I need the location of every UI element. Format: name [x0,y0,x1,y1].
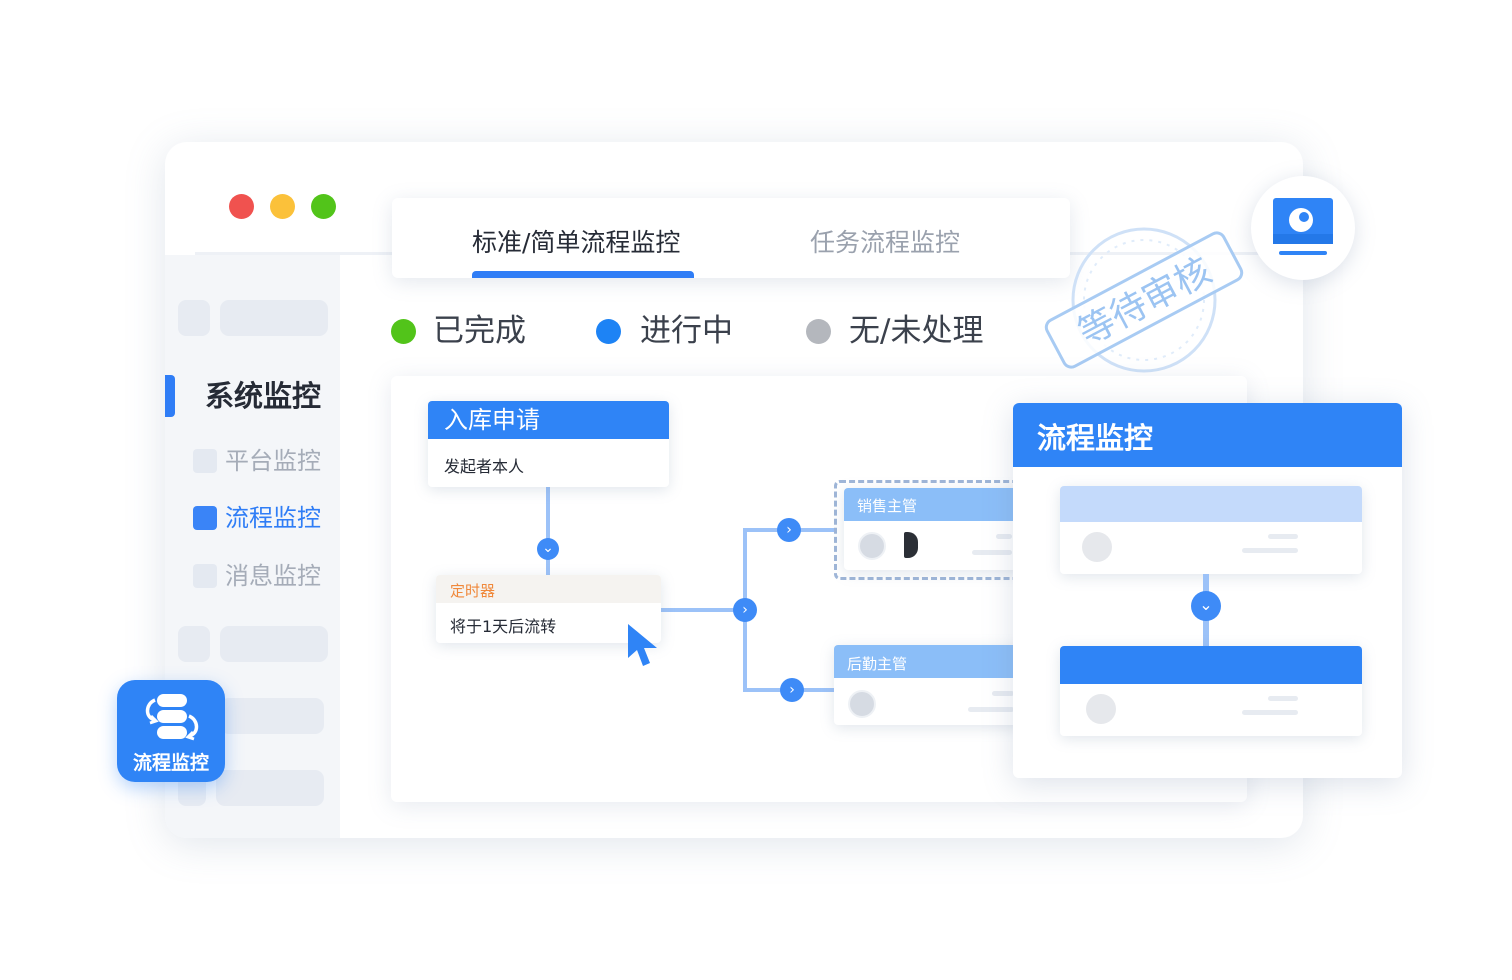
legend-completed-label: 已完成 [433,313,526,349]
sidebar-item-box [193,449,217,473]
legend-in-progress-dot [596,319,621,344]
placeholder-line [1268,696,1298,701]
placeholder-line [992,691,1014,696]
sidebar-item-platform[interactable]: 平台监控 [193,444,343,478]
cursor-pointer-icon [628,624,657,666]
legend-none-label: 无/未处理 [849,313,984,349]
tab-task-flow[interactable]: 任务流程监控 [810,225,960,261]
flow-monitor-card: 流程监控 ⌄ [1013,403,1402,778]
active-tab-underline [472,271,694,278]
sidebar-placeholder-icon [178,300,210,336]
sidebar-item-flow[interactable]: 流程监控 [193,501,343,535]
float-button-label: 流程监控 [132,752,209,774]
sidebar-placeholder-icon [178,626,210,662]
sidebar-active-indicator [165,375,175,417]
connector-line [546,487,550,575]
placeholder-line [1268,534,1298,539]
sidebar-item-label: 平台监控 [225,447,321,475]
tab-standard-flow[interactable]: 标准/简单流程监控 [472,225,680,261]
chevron-down-icon[interactable]: ⌄ [1191,591,1221,621]
card-step-header [1060,646,1362,684]
placeholder-line [996,534,1012,539]
sidebar-item-label: 消息监控 [225,562,321,590]
placeholder-line [968,707,1014,712]
sidebar-item-label: 流程监控 [225,504,321,532]
minimize-window-dot[interactable] [270,194,295,219]
chevron-right-icon[interactable]: › [777,518,801,542]
tab-bar: 标准/简单流程监控 任务流程监控 [392,198,1070,278]
card-step-node[interactable] [1060,646,1362,736]
sidebar-placeholder-label [216,770,324,806]
legend-in-progress-label: 进行中 [640,313,733,349]
placeholder-line [1242,548,1298,553]
avatar [1082,532,1112,562]
pending-review-stamp: 等待审核 [1044,227,1244,373]
start-node-title: 入库申请 [428,401,669,439]
placeholder-line [972,550,1012,555]
monitor-icon [1273,198,1333,255]
legend-completed-dot [391,319,416,344]
flow-monitor-float-button[interactable]: 流程监控 [117,680,225,782]
logistics-manager-node[interactable]: 后勤主管 [834,645,1024,725]
avatar [858,532,886,560]
sales-manager-node[interactable]: 销售主管 [844,488,1024,570]
monitor-badge[interactable] [1251,176,1355,280]
flow-cycle-icon [145,694,199,741]
chevron-right-icon[interactable]: › [780,678,804,702]
sidebar-placeholder-label [220,698,324,734]
card-title: 流程监控 [1037,421,1154,455]
sidebar-placeholder-label [220,626,328,662]
avatar [1086,694,1116,724]
avatar [848,690,876,718]
sidebar-section-title[interactable]: 系统监控 [205,375,321,417]
chevron-right-icon[interactable]: › [733,598,757,622]
sidebar-item-message[interactable]: 消息监控 [193,559,343,593]
start-node-body: 发起者本人 [444,457,525,476]
sidebar-item-box [193,564,217,588]
timer-node-title: 定时器 [450,582,496,600]
timer-node-body: 将于1天后流转 [450,617,557,636]
logistics-node-title: 后勤主管 [847,655,908,673]
legend-none-dot [806,319,831,344]
start-node[interactable]: 入库申请 发起者本人 [428,401,669,487]
sidebar-item-box [193,506,217,530]
sidebar-placeholder-label [220,300,328,336]
maximize-window-dot[interactable] [311,194,336,219]
card-step-node[interactable] [1060,486,1362,574]
placeholder-line [1242,710,1298,715]
card-step-header [1060,486,1362,522]
chevron-down-icon[interactable]: ⌄ [537,538,559,560]
avatar [904,532,918,558]
close-window-dot[interactable] [229,194,254,219]
sales-node-title: 销售主管 [857,497,918,515]
